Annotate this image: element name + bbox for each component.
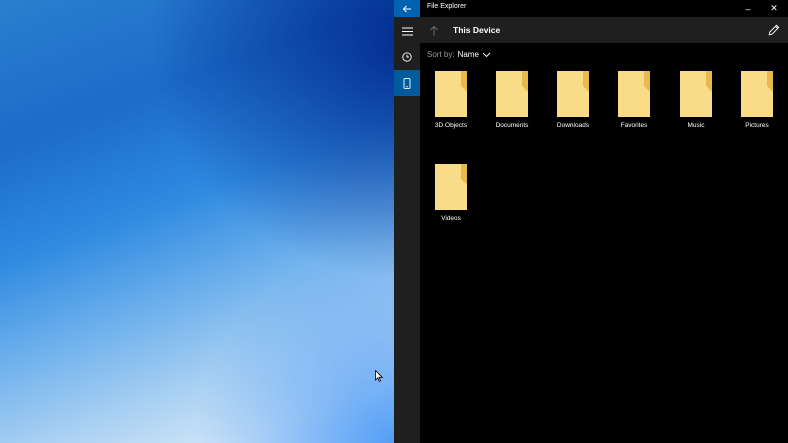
folder-icon xyxy=(618,71,650,117)
folder-item[interactable]: Downloads xyxy=(547,70,599,142)
hamburger-menu-button[interactable] xyxy=(394,18,420,44)
up-arrow-icon xyxy=(430,25,438,35)
title-bar: File Explorer – ✕ xyxy=(394,0,788,17)
folder-icon xyxy=(741,71,773,117)
folder-name: Documents xyxy=(495,122,529,129)
close-button[interactable]: ✕ xyxy=(760,0,788,17)
close-icon: ✕ xyxy=(770,3,778,13)
folder-icon xyxy=(435,164,467,210)
folder-name: Downloads xyxy=(556,122,590,129)
navigation-rail xyxy=(394,17,420,443)
folder-icon xyxy=(435,71,467,117)
folder-item[interactable]: 3D Objects xyxy=(425,70,477,142)
app-title: File Explorer xyxy=(427,3,467,10)
folder-icon xyxy=(557,71,589,117)
sort-control[interactable]: Sort by: Name xyxy=(427,50,491,59)
up-button[interactable] xyxy=(426,22,442,38)
mouse-cursor-icon xyxy=(375,370,383,382)
folder-item[interactable]: Videos xyxy=(425,163,477,235)
folder-name: Music xyxy=(687,122,705,129)
folder-item[interactable]: Pictures xyxy=(731,70,783,142)
location-title: This Device xyxy=(453,25,501,35)
back-button[interactable] xyxy=(394,0,420,17)
hamburger-icon xyxy=(401,27,413,35)
folder-item[interactable]: Favorites xyxy=(608,70,660,142)
file-explorer-window: File Explorer – ✕ This Device Sort by: N… xyxy=(394,0,788,443)
chevron-down-icon xyxy=(482,52,491,57)
sort-value: Name xyxy=(457,50,479,59)
folder-name: Favorites xyxy=(620,122,648,129)
folder-name: 3D Objects xyxy=(434,122,468,129)
this-device-nav-button[interactable] xyxy=(394,70,420,96)
folder-item[interactable]: Documents xyxy=(486,70,538,142)
folder-item[interactable]: Music xyxy=(670,70,722,142)
minimize-button[interactable]: – xyxy=(734,0,762,17)
back-arrow-icon xyxy=(402,5,411,12)
phone-icon xyxy=(403,77,411,89)
folder-name: Videos xyxy=(441,215,461,222)
folder-name: Pictures xyxy=(745,122,769,129)
pencil-icon xyxy=(768,24,780,36)
recent-nav-button[interactable] xyxy=(394,44,420,70)
edit-button[interactable] xyxy=(766,22,782,38)
sort-label: Sort by: xyxy=(427,50,455,59)
desktop-wallpaper xyxy=(0,0,394,443)
minimize-icon: – xyxy=(745,3,751,14)
folder-icon xyxy=(680,71,712,117)
folder-icon xyxy=(496,71,528,117)
clock-icon xyxy=(402,52,412,62)
location-header: This Device xyxy=(420,17,788,43)
